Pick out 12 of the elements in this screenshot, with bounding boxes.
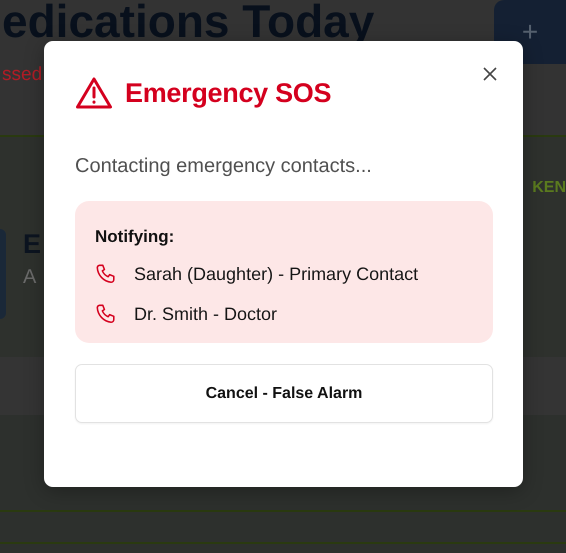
contact-name: Sarah (Daughter) - Primary Contact xyxy=(134,264,418,284)
warning-icon xyxy=(75,76,113,110)
status-message: Contacting emergency contacts... xyxy=(75,155,373,178)
cancel-button[interactable]: Cancel - False Alarm xyxy=(75,364,493,423)
phone-icon xyxy=(95,303,117,325)
taken-status: KEN xyxy=(532,179,566,198)
notify-heading: Notifying: xyxy=(95,227,176,247)
contact-name: Dr. Smith - Doctor xyxy=(134,304,278,324)
dialog-title: Emergency SOS xyxy=(125,78,332,108)
medication-detail: A xyxy=(23,266,36,289)
phone-icon xyxy=(95,263,117,285)
missed-status: ssed xyxy=(2,64,42,86)
